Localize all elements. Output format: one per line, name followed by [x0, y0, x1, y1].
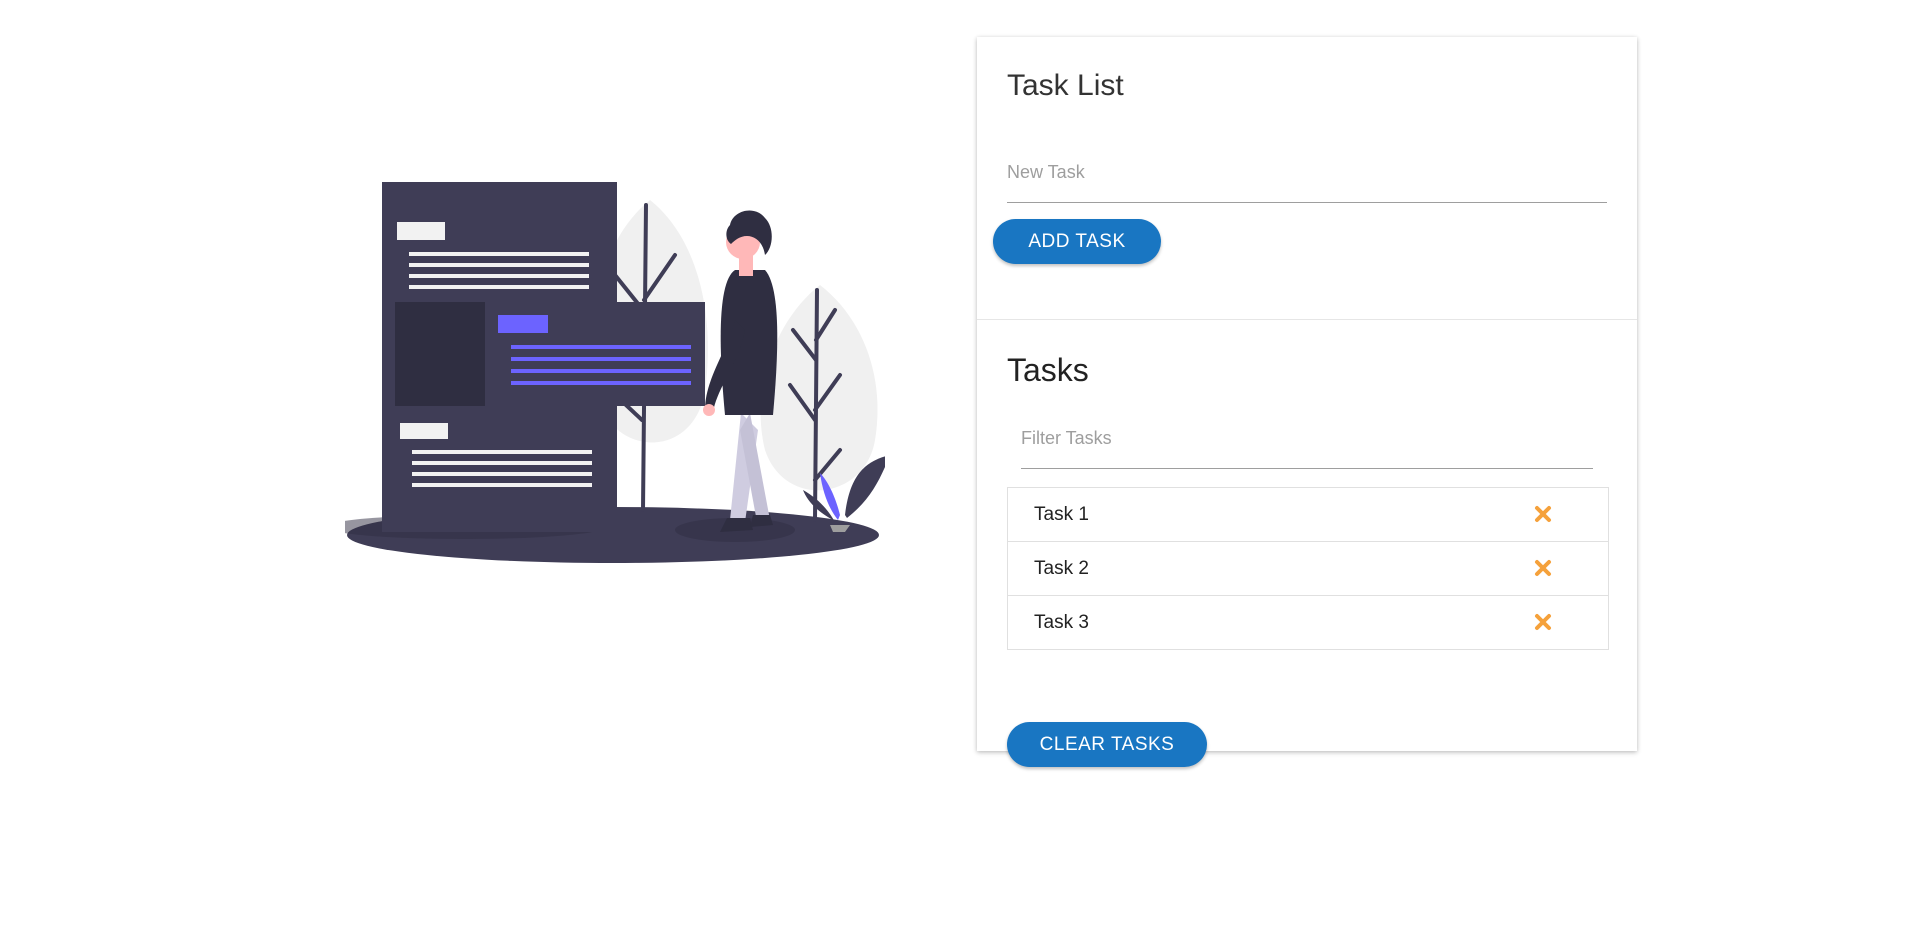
- task-label: Task 2: [1034, 557, 1089, 579]
- task-label: Task 3: [1034, 611, 1089, 633]
- clear-tasks-button[interactable]: CLEAR TASKS: [1007, 722, 1207, 767]
- tasks-section: Tasks Task 1 Task 2 Task 3: [977, 320, 1637, 767]
- task-list: Task 1 Task 2 Task 3: [1007, 487, 1609, 650]
- list-item: Task 2: [1008, 542, 1608, 596]
- list-item: Task 3: [1008, 596, 1608, 649]
- delete-icon[interactable]: [1533, 558, 1553, 578]
- task-label: Task 1: [1034, 503, 1089, 525]
- delete-icon[interactable]: [1533, 504, 1553, 524]
- new-task-input[interactable]: [1007, 154, 1607, 203]
- page: Task List ADD TASK Tasks Task 1 Task 2: [0, 0, 1910, 931]
- task-card: Task List ADD TASK Tasks Task 1 Task 2: [977, 37, 1637, 767]
- person-figure: [703, 210, 778, 532]
- task-form-section: Task List ADD TASK: [977, 37, 1637, 320]
- delete-icon[interactable]: [1533, 612, 1553, 632]
- page-title: Task List: [1007, 69, 1124, 102]
- add-task-button[interactable]: ADD TASK: [993, 219, 1161, 264]
- tasks-heading: Tasks: [1007, 352, 1089, 388]
- leaf-shape-right: [760, 285, 878, 491]
- list-item: Task 1: [1008, 488, 1608, 542]
- task-illustration: [345, 182, 885, 563]
- filter-tasks-input[interactable]: [1021, 420, 1593, 469]
